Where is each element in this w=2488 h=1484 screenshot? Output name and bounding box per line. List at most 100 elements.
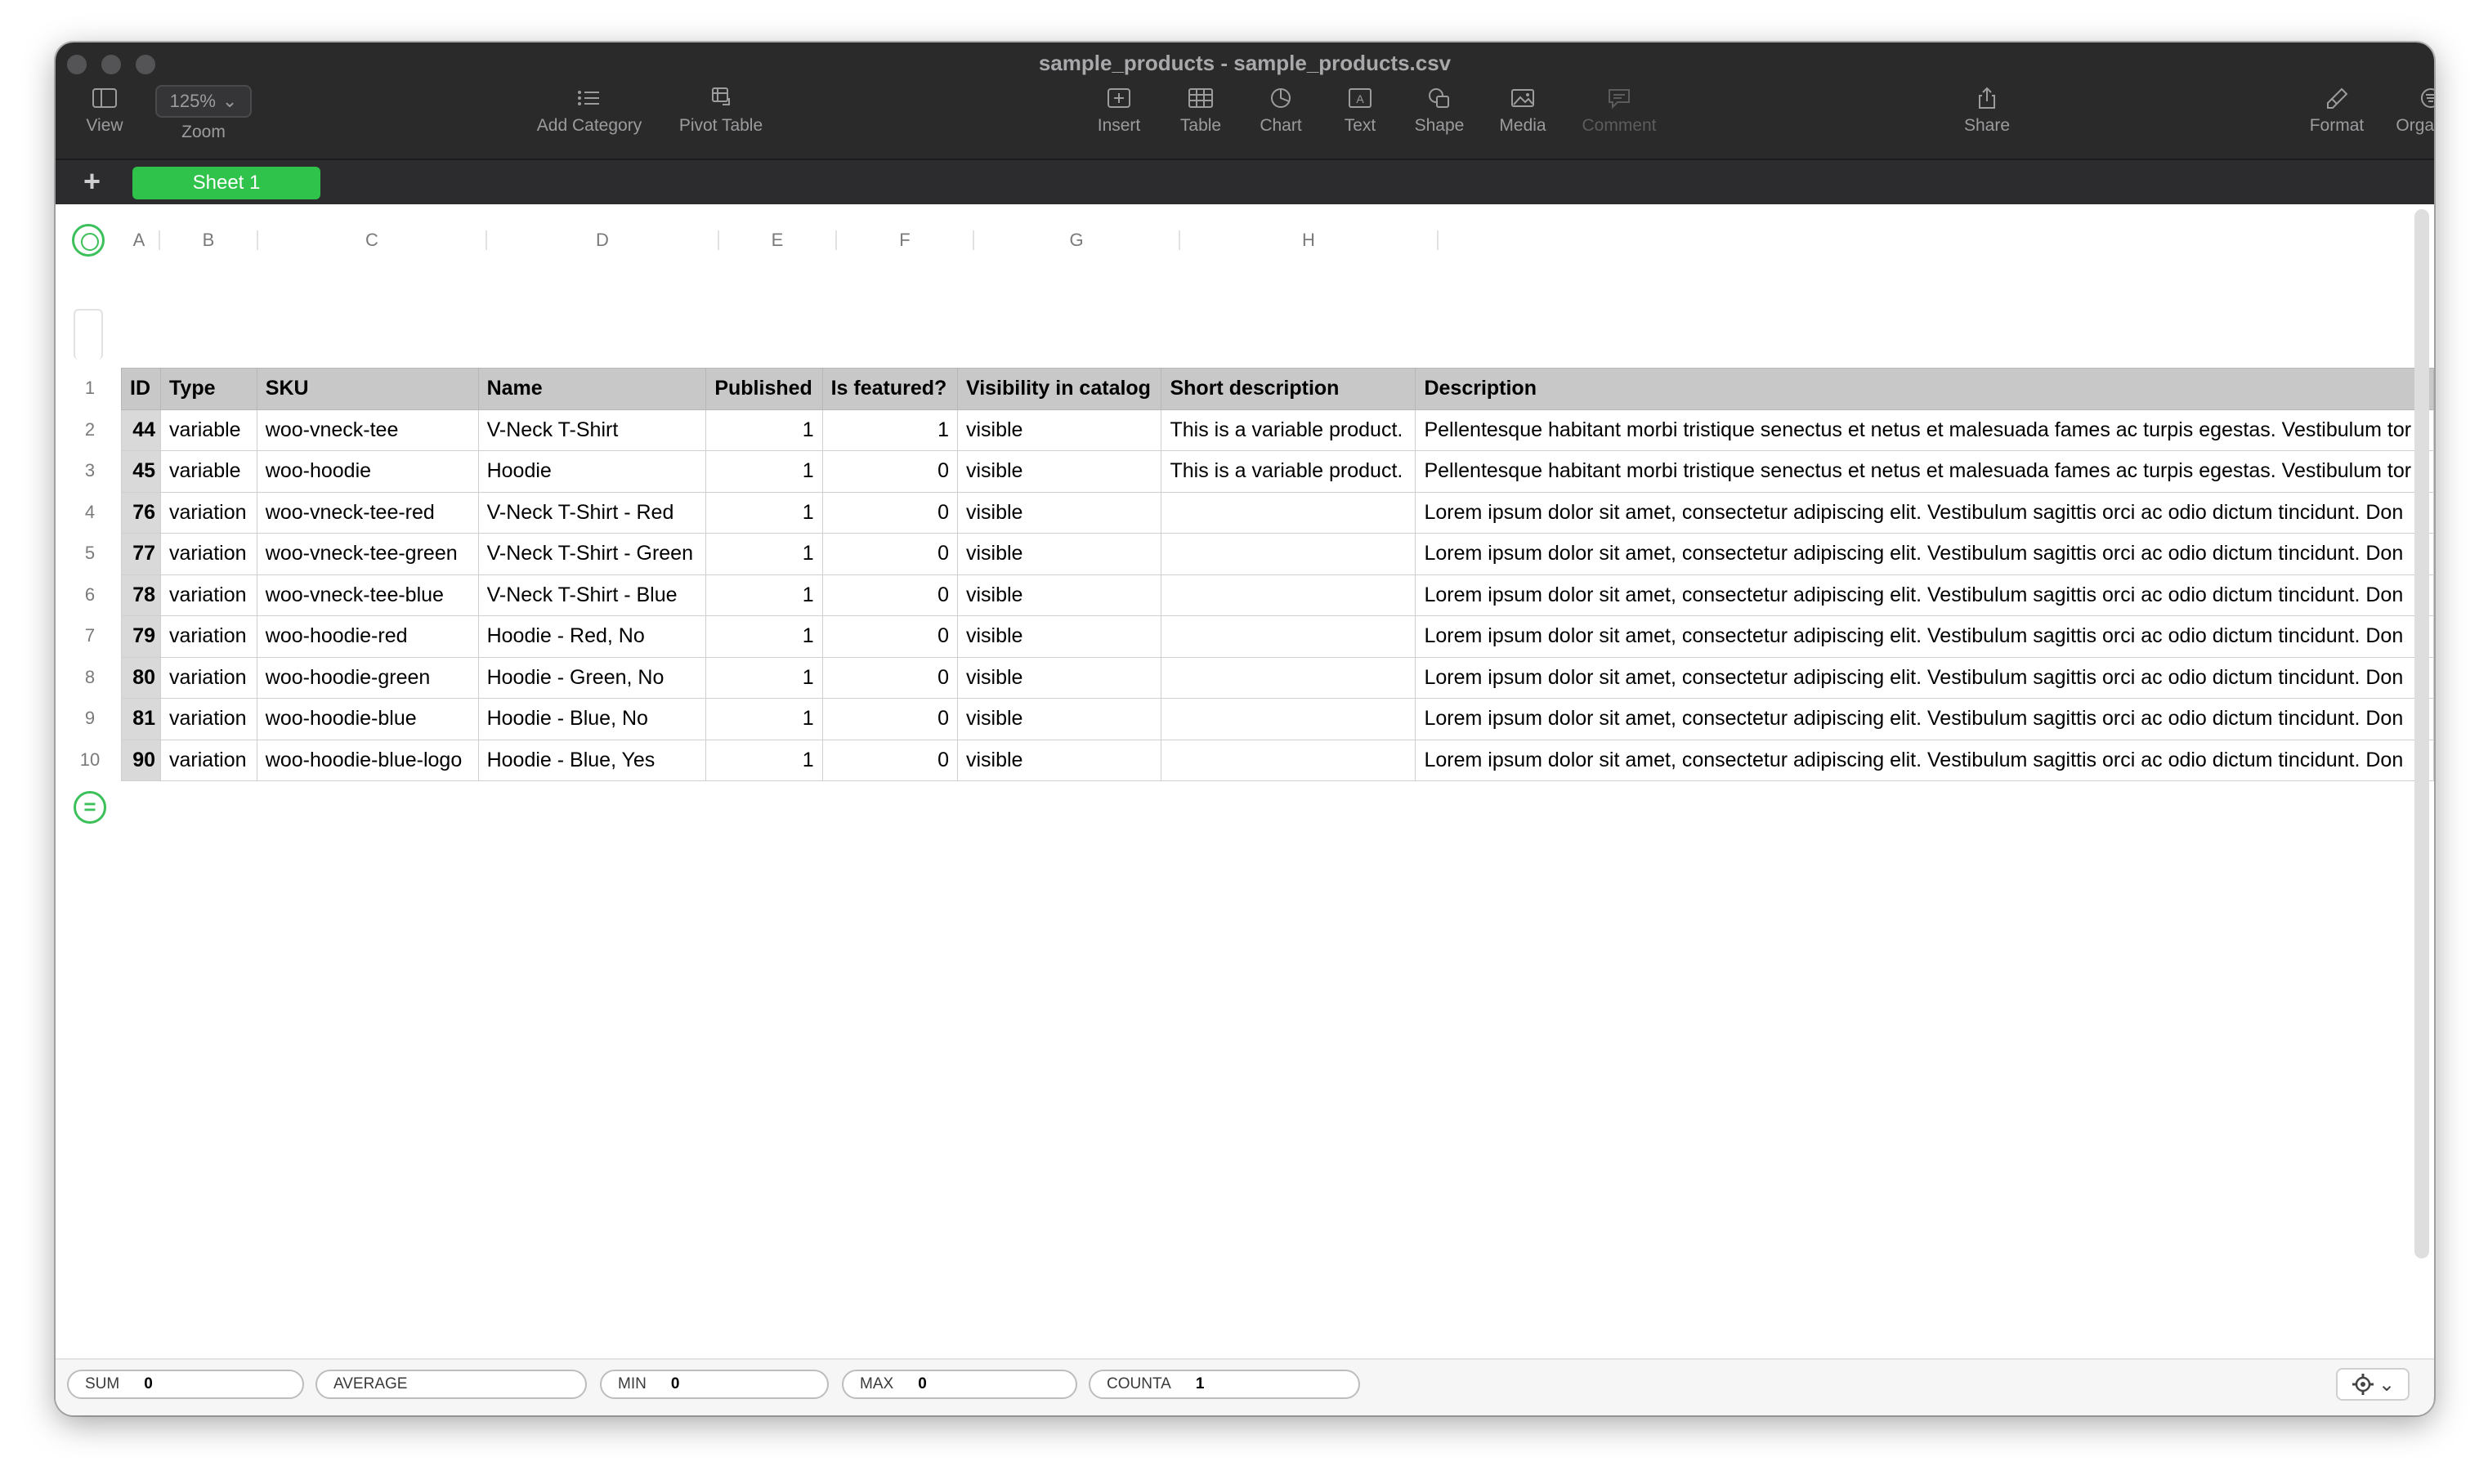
row-number-10[interactable]: 10 <box>72 749 108 771</box>
cell-short-description[interactable] <box>1161 574 1416 616</box>
average-pill[interactable]: AVERAGE <box>315 1370 587 1399</box>
cell-sku[interactable]: woo-vneck-tee <box>256 409 479 451</box>
cell-id[interactable]: 90 <box>120 739 162 781</box>
row-number-1[interactable]: 1 <box>72 378 108 399</box>
cell-is-featured[interactable]: 0 <box>821 533 958 575</box>
cell-description[interactable]: Lorem ipsum dolor sit amet, consectetur … <box>1415 491 2434 534</box>
cell-description[interactable]: Pellentesque habitant morbi tristique se… <box>1415 409 2434 451</box>
cell-description[interactable]: Lorem ipsum dolor sit amet, consectetur … <box>1415 533 2434 575</box>
text-button[interactable]: A Text <box>1327 87 1393 136</box>
cell-name[interactable]: V-Neck T-Shirt - Green <box>477 533 707 575</box>
cell-sku[interactable]: woo-hoodie-green <box>256 656 479 699</box>
shape-button[interactable]: Shape <box>1403 87 1476 136</box>
cell-description[interactable]: Lorem ipsum dolor sit amet, consectetur … <box>1415 698 2434 740</box>
cell-visibility[interactable]: visible <box>956 409 1162 451</box>
cell-short-description[interactable]: This is a variable product. <box>1161 450 1416 493</box>
cell-description[interactable]: Lorem ipsum dolor sit amet, consectetur … <box>1415 615 2434 658</box>
cell-short-description[interactable] <box>1161 615 1416 658</box>
cell-type[interactable]: variable <box>160 450 257 493</box>
cell-description[interactable]: Pellentesque habitant morbi tristique se… <box>1415 450 2434 493</box>
cell-id[interactable]: 45 <box>120 450 162 493</box>
cell-name[interactable]: V-Neck T-Shirt - Blue <box>477 574 707 616</box>
share-button[interactable]: Share <box>1950 87 2024 136</box>
row-number-7[interactable]: 7 <box>72 625 108 646</box>
cell-sku[interactable]: woo-hoodie-blue-logo <box>256 739 479 781</box>
cell-published[interactable]: 1 <box>705 409 823 451</box>
cell-is-featured[interactable]: 0 <box>821 615 958 658</box>
cell-type[interactable]: variation <box>160 739 257 781</box>
cell-short-description[interactable] <box>1161 533 1416 575</box>
cell-visibility[interactable]: visible <box>956 656 1162 699</box>
cell-published[interactable]: 1 <box>705 491 823 534</box>
cell-type[interactable]: variation <box>160 533 257 575</box>
cell-id[interactable]: 78 <box>120 574 162 616</box>
chart-button[interactable]: Chart <box>1246 87 1316 136</box>
add-category-button[interactable]: Add Category <box>528 87 651 136</box>
table-select-handle[interactable] <box>72 224 105 257</box>
column-header-c[interactable]: C <box>258 230 487 250</box>
cell-name[interactable]: V-Neck T-Shirt - Red <box>477 491 707 534</box>
column-header-h[interactable]: H <box>1180 230 1439 250</box>
column-header-b[interactable]: B <box>160 230 258 250</box>
format-button[interactable]: Format <box>2300 87 2374 136</box>
cell-sku[interactable]: woo-hoodie-blue <box>256 698 479 740</box>
comment-button[interactable]: Comment <box>1573 87 1666 136</box>
min-pill[interactable]: MIN 0 <box>600 1370 829 1399</box>
cell-visibility[interactable]: visible <box>956 533 1162 575</box>
table-button[interactable]: Table <box>1166 87 1236 136</box>
cell-id[interactable]: 80 <box>120 656 162 699</box>
row-number-2[interactable]: 2 <box>72 419 108 440</box>
cell-description[interactable]: Lorem ipsum dolor sit amet, consectetur … <box>1415 739 2434 781</box>
cell-description[interactable]: Lorem ipsum dolor sit amet, consectetur … <box>1415 574 2434 616</box>
header-cell-type[interactable]: Type <box>160 368 257 410</box>
header-cell-visibility[interactable]: Visibility in catalog <box>956 368 1162 410</box>
cell-published[interactable]: 1 <box>705 533 823 575</box>
zoom-dropdown[interactable]: 125% ⌄ <box>155 85 252 118</box>
cell-is-featured[interactable]: 0 <box>821 698 958 740</box>
cell-short-description[interactable] <box>1161 739 1416 781</box>
zoom-control[interactable]: 125% ⌄ Zoom <box>150 85 257 142</box>
column-header-i[interactable] <box>1439 230 2434 250</box>
cell-published[interactable]: 1 <box>705 698 823 740</box>
cell-published[interactable]: 1 <box>705 739 823 781</box>
media-button[interactable]: Media <box>1486 87 1559 136</box>
cell-published[interactable]: 1 <box>705 656 823 699</box>
cell-published[interactable]: 1 <box>705 615 823 658</box>
column-header-d[interactable]: D <box>487 230 719 250</box>
cell-type[interactable]: variation <box>160 698 257 740</box>
column-header-a[interactable]: A <box>119 230 160 250</box>
column-header-g[interactable]: G <box>974 230 1180 250</box>
cell-type[interactable]: variable <box>160 409 257 451</box>
header-cell-short-description[interactable]: Short description <box>1161 368 1416 410</box>
view-button[interactable]: View <box>80 87 129 136</box>
header-cell-name[interactable]: Name <box>477 368 707 410</box>
cell-id[interactable]: 76 <box>120 491 162 534</box>
cell-visibility[interactable]: visible <box>956 739 1162 781</box>
cell-type[interactable]: variation <box>160 574 257 616</box>
cell-type[interactable]: variation <box>160 656 257 699</box>
header-cell-id[interactable]: ID <box>120 368 162 410</box>
header-cell-sku[interactable]: SKU <box>256 368 479 410</box>
cell-description[interactable]: Lorem ipsum dolor sit amet, consectetur … <box>1415 656 2434 699</box>
row-number-3[interactable]: 3 <box>72 460 108 481</box>
cell-visibility[interactable]: visible <box>956 615 1162 658</box>
sum-pill[interactable]: SUM 0 <box>67 1370 304 1399</box>
row-number-8[interactable]: 8 <box>72 667 108 688</box>
cell-name[interactable]: Hoodie - Blue, Yes <box>477 739 707 781</box>
cell-short-description[interactable]: This is a variable product. <box>1161 409 1416 451</box>
organize-button[interactable]: Organize <box>2390 87 2434 136</box>
cell-short-description[interactable] <box>1161 491 1416 534</box>
row-number-5[interactable]: 5 <box>72 543 108 564</box>
cell-id[interactable]: 79 <box>120 615 162 658</box>
cell-sku[interactable]: woo-vneck-tee-blue <box>256 574 479 616</box>
cell-name[interactable]: Hoodie <box>477 450 707 493</box>
cell-name[interactable]: Hoodie - Red, No <box>477 615 707 658</box>
cell-type[interactable]: variation <box>160 615 257 658</box>
cell-name[interactable]: Hoodie - Blue, No <box>477 698 707 740</box>
cell-published[interactable]: 1 <box>705 450 823 493</box>
status-settings-button[interactable]: ⌄ <box>2336 1368 2410 1401</box>
add-row-button[interactable]: = <box>74 791 106 824</box>
tab-sheet-1[interactable]: Sheet 1 <box>132 167 320 199</box>
header-cell-is-featured[interactable]: Is featured? <box>821 368 958 410</box>
counta-pill[interactable]: COUNTA 1 <box>1089 1370 1360 1399</box>
